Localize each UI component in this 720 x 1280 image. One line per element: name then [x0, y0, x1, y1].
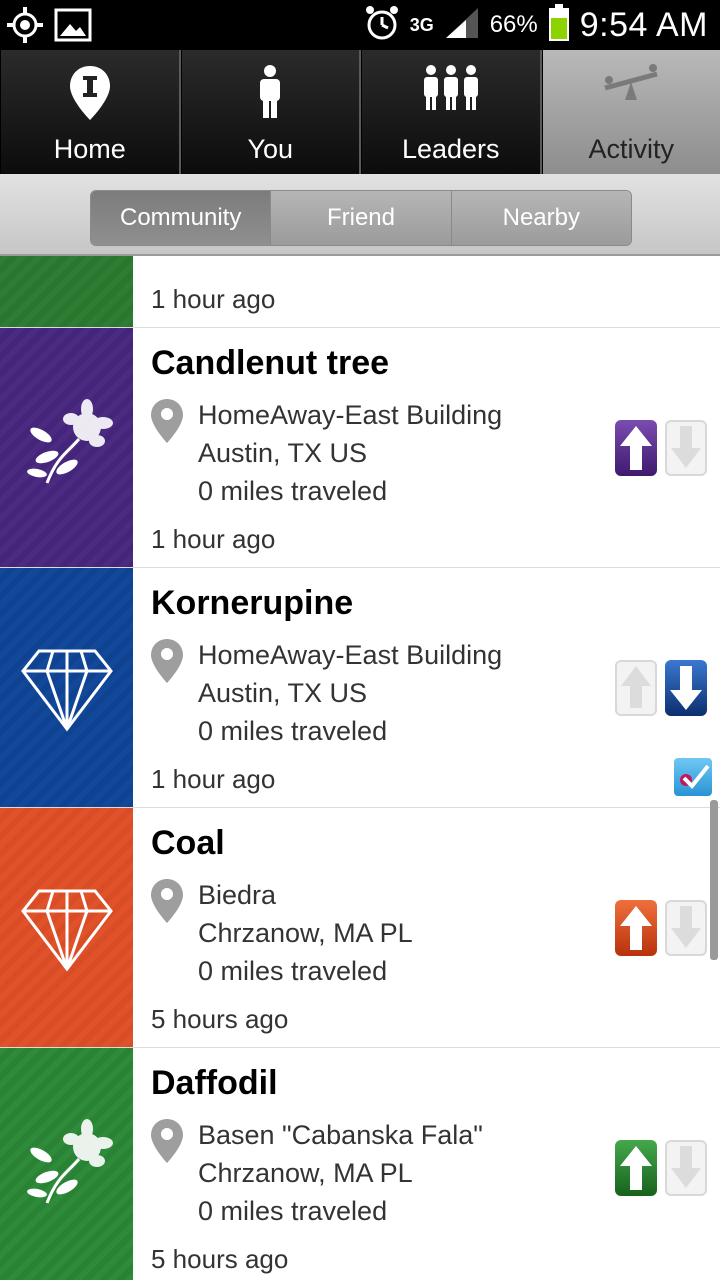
tab-you[interactable]: You	[180, 50, 361, 174]
list-item[interactable]: 1 hour ago	[0, 256, 720, 328]
signal-icon	[444, 6, 480, 45]
pin-i-icon	[68, 64, 112, 124]
tab-activity[interactable]: Activity	[541, 50, 720, 174]
item-place: HomeAway-East Building	[198, 640, 503, 670]
filter-community[interactable]: Community	[91, 191, 272, 245]
item-title: Coal	[151, 824, 225, 862]
item-region: Austin, TX US	[198, 438, 368, 468]
item-thumbnail	[0, 568, 133, 807]
item-distance: 0 miles traveled	[198, 476, 388, 506]
group-icon	[421, 64, 481, 124]
item-region: Austin, TX US	[198, 678, 368, 708]
item-distance: 0 miles traveled	[198, 956, 388, 986]
downvote-button[interactable]	[665, 1140, 707, 1196]
tab-home[interactable]: Home	[0, 50, 181, 174]
item-region: Chrzanow, MA PL	[198, 918, 413, 948]
item-title: Kornerupine	[151, 584, 354, 622]
downvote-button[interactable]	[665, 660, 707, 716]
gallery-icon	[54, 6, 92, 49]
location-pin-icon	[150, 1118, 184, 1164]
item-place: HomeAway-East Building	[198, 400, 503, 430]
downvote-button[interactable]	[665, 420, 707, 476]
upvote-button[interactable]	[615, 420, 657, 476]
downvote-button[interactable]	[665, 900, 707, 956]
location-pin-icon	[150, 638, 184, 684]
tab-label: You	[247, 134, 294, 164]
upvote-button[interactable]	[615, 660, 657, 716]
item-distance: 0 miles traveled	[198, 716, 388, 746]
item-place: Biedra	[198, 880, 277, 910]
tab-label: Home	[53, 134, 126, 164]
main-tab-bar: Home You Leaders Activity	[0, 50, 720, 174]
item-time: 1 hour ago	[151, 284, 276, 314]
item-time: 1 hour ago	[151, 764, 276, 794]
item-place: Basen "Cabanska Fala"	[198, 1120, 483, 1150]
filter-bar: Community Friend Nearby	[0, 174, 720, 256]
list-item[interactable]: Daffodil Basen "Cabanska Fala" Chrzanow,…	[0, 1048, 720, 1280]
location-pin-icon	[150, 878, 184, 924]
battery-percent: 66%	[489, 11, 538, 38]
diamond-icon	[19, 637, 115, 738]
item-time: 5 hours ago	[151, 1244, 289, 1274]
item-region: Chrzanow, MA PL	[198, 1158, 413, 1188]
list-item[interactable]: Candlenut tree HomeAway-East Building Au…	[0, 328, 720, 568]
scrollbar[interactable]	[710, 800, 718, 960]
item-time: 5 hours ago	[151, 1004, 289, 1034]
item-time: 1 hour ago	[151, 524, 276, 554]
filter-nearby[interactable]: Nearby	[451, 191, 631, 245]
upvote-button[interactable]	[615, 900, 657, 956]
list-item[interactable]: Coal Biedra Chrzanow, MA PL 0 miles trav…	[0, 808, 720, 1048]
tab-label: Activity	[588, 134, 674, 164]
tab-label: Leaders	[401, 134, 500, 164]
location-pin-icon	[150, 398, 184, 444]
upvote-button[interactable]	[615, 1140, 657, 1196]
item-thumbnail	[0, 808, 133, 1047]
person-icon	[258, 64, 282, 124]
item-title: Candlenut tree	[151, 344, 390, 382]
clock: 9:54 AM	[579, 5, 708, 44]
flower-icon	[17, 395, 117, 500]
filter-segmented-control: Community Friend Nearby	[90, 190, 632, 246]
gps-icon	[6, 6, 44, 49]
filter-friend[interactable]: Friend	[271, 191, 452, 245]
foursquare-checkin-icon[interactable]	[674, 758, 712, 796]
item-thumbnail	[0, 1048, 133, 1280]
tab-leaders[interactable]: Leaders	[361, 50, 542, 174]
battery-icon	[548, 3, 570, 47]
item-thumbnail	[0, 256, 133, 327]
item-title: Daffodil	[151, 1064, 278, 1102]
alarm-icon	[364, 4, 400, 47]
activity-list[interactable]: 1 hour ago Candlenut tree HomeAway-East …	[0, 256, 720, 1280]
flower-icon	[17, 1115, 117, 1220]
list-item[interactable]: Kornerupine HomeAway-East Building Austi…	[0, 568, 720, 808]
diamond-icon	[19, 877, 115, 978]
network-type: 3G	[409, 15, 434, 35]
item-thumbnail	[0, 328, 133, 567]
seesaw-icon	[601, 64, 661, 124]
item-distance: 0 miles traveled	[198, 1196, 388, 1226]
status-bar: 3G 66% 9:54 AM	[0, 0, 720, 50]
